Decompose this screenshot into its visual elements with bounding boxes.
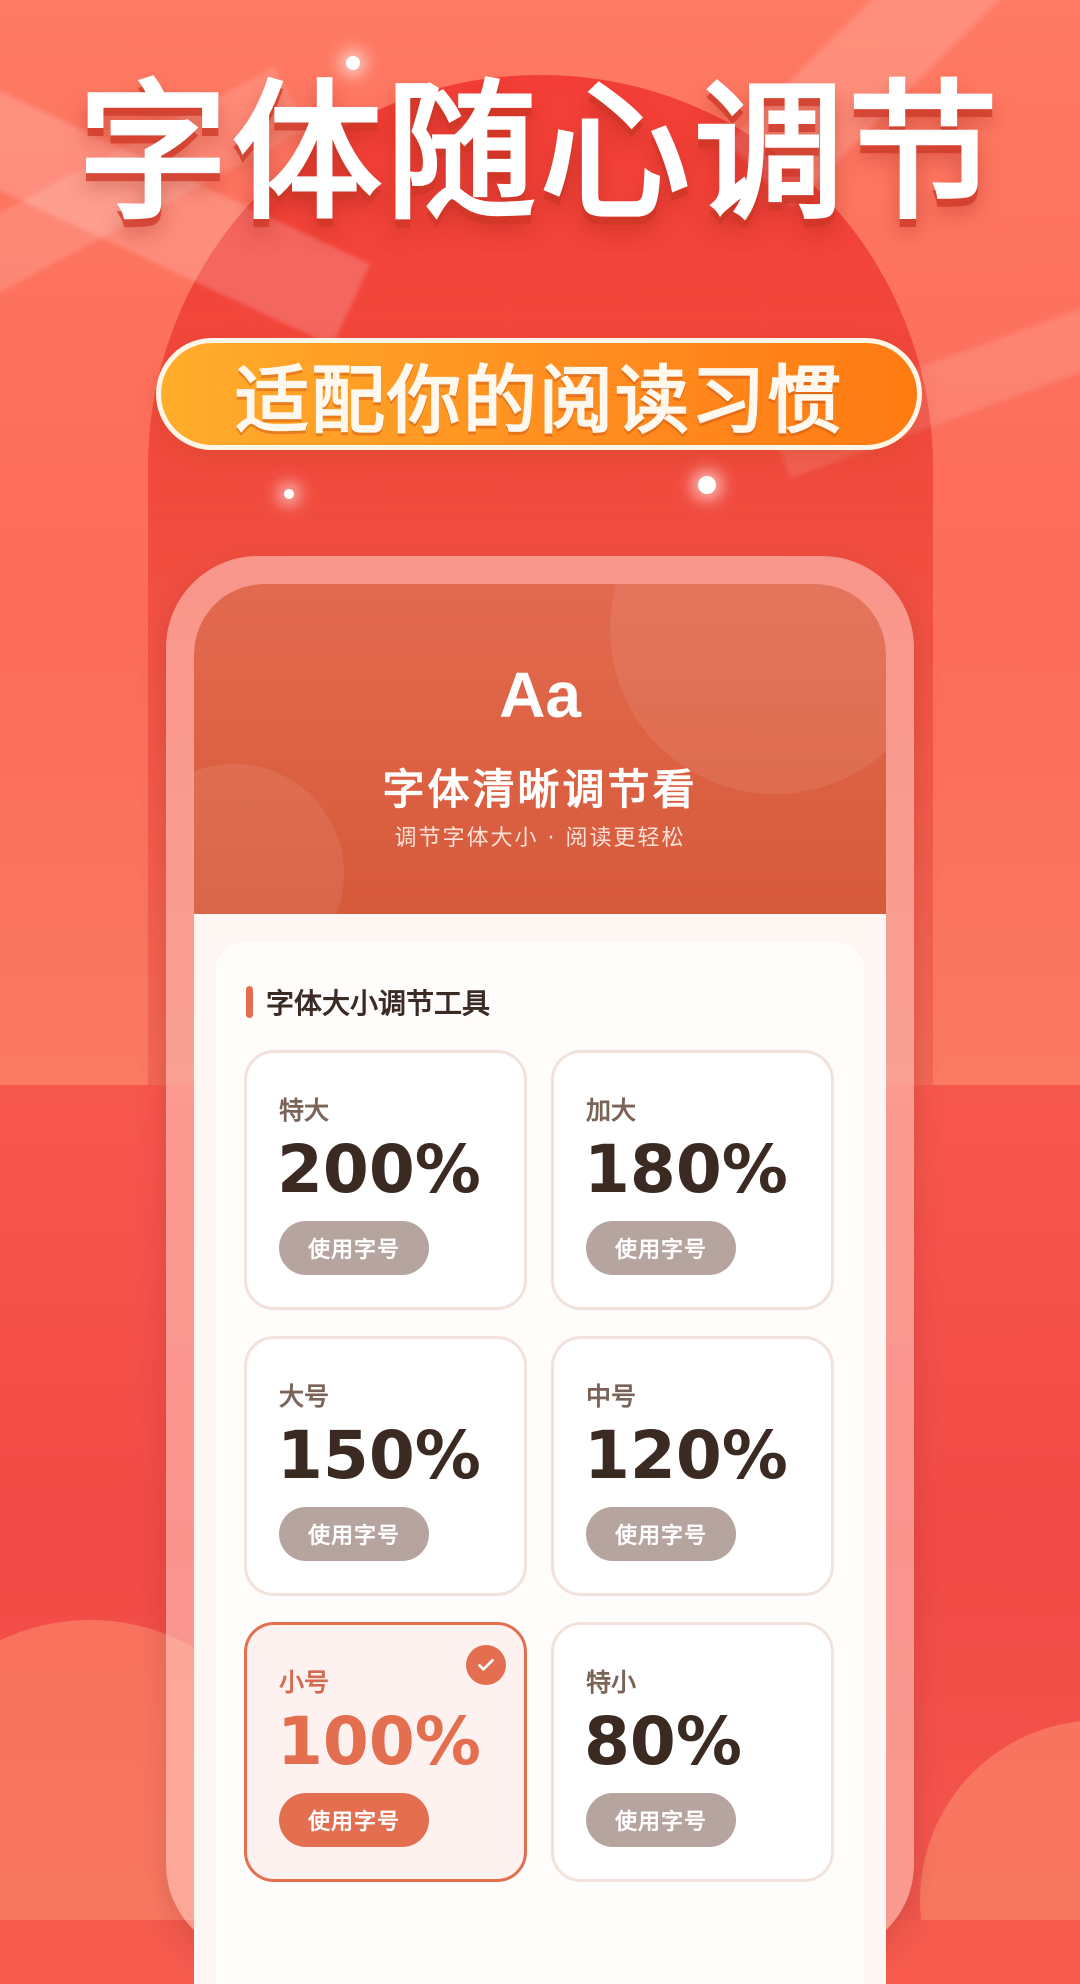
font-option-label: 中号 [586,1382,637,1411]
font-option-value: 120% [584,1417,788,1494]
section-title: 字体大小调节工具 [246,982,490,1022]
use-font-size-button[interactable]: 使用字号 [586,1793,736,1847]
phone-screen: Aa 字体清晰调节看 调节字体大小 · 阅读更轻松 字体大小调节工具 特大 20… [194,584,886,1984]
hero-subtitle: 调节字体大小 · 阅读更轻松 [394,826,686,851]
font-option-value: 80% [584,1703,742,1780]
check-icon [466,1645,506,1685]
font-option-card-selected[interactable]: 小号 100% 使用字号 [244,1622,527,1882]
font-option-value: 180% [584,1131,788,1208]
subtitle-text: 适配你的阅读习惯 [235,358,843,442]
font-option-label: 特大 [279,1096,330,1125]
sparkle-icon [346,56,360,70]
use-font-size-button[interactable]: 使用字号 [586,1507,736,1561]
sparkle-icon [698,476,716,494]
font-option-card[interactable]: 中号 120% 使用字号 [551,1336,834,1596]
check-icon-glyph [478,1659,494,1671]
font-option-value: 200% [277,1131,481,1208]
font-option-card[interactable]: 加大 180% 使用字号 [551,1050,834,1310]
use-font-size-button[interactable]: 使用字号 [279,1507,429,1561]
font-option-label: 加大 [586,1096,637,1125]
font-option-card[interactable]: 大号 150% 使用字号 [244,1336,527,1596]
font-option-value: 100% [277,1703,481,1780]
use-font-size-button[interactable]: 使用字号 [279,1221,429,1275]
use-font-size-button[interactable]: 使用字号 [586,1221,736,1275]
phone-frame: Aa 字体清晰调节看 调节字体大小 · 阅读更轻松 字体大小调节工具 特大 20… [166,556,914,1984]
font-option-label: 大号 [279,1382,330,1411]
hero-header: Aa 字体清晰调节看 调节字体大小 · 阅读更轻松 [194,584,886,984]
headline: 字体随心调节 [77,72,1002,238]
font-option-value: 150% [277,1417,481,1494]
subtitle-pill: 适配你的阅读习惯 [156,338,922,450]
font-option-label: 小号 [279,1668,330,1697]
font-size-tool-panel: 字体大小调节工具 特大 200% 使用字号 加大 180% 使用字号 大号 15… [216,942,864,1984]
font-aa-icon: Aa [499,659,581,731]
sparkle-icon [284,489,294,499]
font-option-card[interactable]: 特大 200% 使用字号 [244,1050,527,1310]
font-option-card[interactable]: 特小 80% 使用字号 [551,1622,834,1882]
hero-title: 字体清晰调节看 [382,765,698,814]
use-font-size-button[interactable]: 使用字号 [279,1793,429,1847]
font-option-label: 特小 [586,1668,637,1697]
